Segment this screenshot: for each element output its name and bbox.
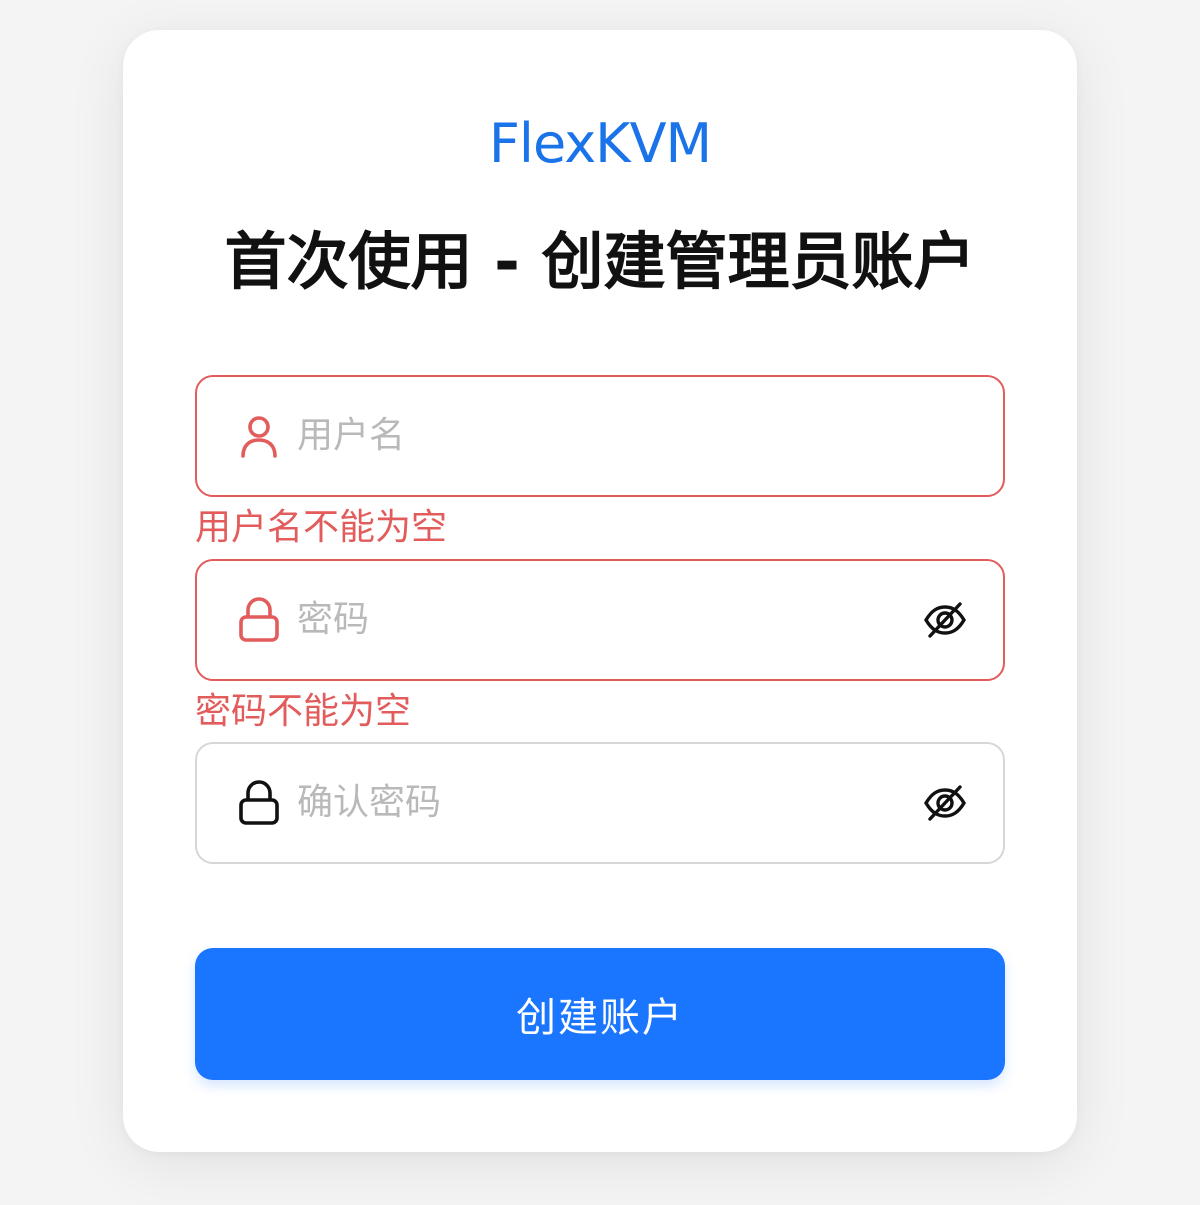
eye-off-icon[interactable] (921, 596, 969, 644)
user-icon (237, 412, 281, 460)
password-input[interactable]: 密码 (297, 598, 921, 642)
setup-card: FlexKVM 首次使用 - 创建管理员账户 用户名 用户名不能为空 密码 密码… (123, 30, 1077, 1152)
username-error: 用户名不能为空 (195, 507, 448, 548)
brand-logo-text: FlexKVM (488, 112, 712, 175)
lock-icon (237, 779, 281, 827)
eye-off-icon[interactable] (921, 779, 969, 827)
password-error: 密码不能为空 (195, 691, 412, 732)
username-input[interactable]: 用户名 (297, 414, 1003, 458)
create-account-button[interactable]: 创建账户 (195, 948, 1005, 1080)
page-title: 首次使用 - 创建管理员账户 (224, 225, 976, 298)
confirm-password-input[interactable]: 确认密码 (297, 781, 921, 825)
confirm-password-field[interactable]: 确认密码 (195, 742, 1005, 864)
username-field[interactable]: 用户名 (195, 375, 1005, 497)
lock-icon (237, 596, 281, 644)
password-field[interactable]: 密码 (195, 559, 1005, 681)
